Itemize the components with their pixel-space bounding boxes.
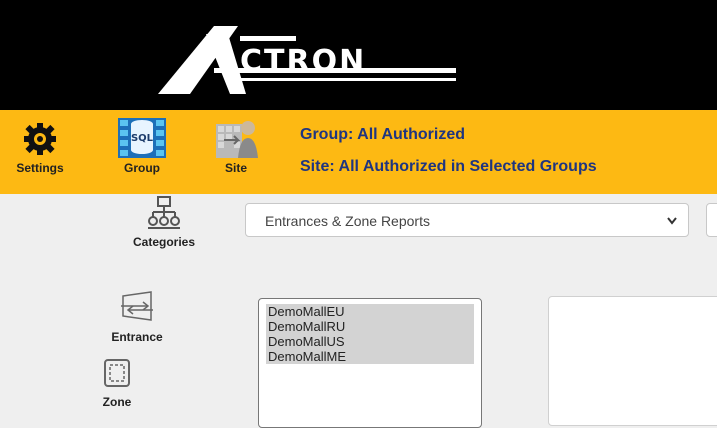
logo-text: CTRON [240, 44, 367, 79]
site-listbox[interactable]: DemoMallEU DemoMallRU DemoMallUS DemoMal… [258, 298, 482, 428]
group-info-text: Group: All Authorized [300, 126, 466, 143]
nav-bar: Settings SQL Group Site Group: All Autho… [0, 110, 717, 194]
group-button[interactable]: SQL Group [110, 116, 174, 175]
entrance-button[interactable]: Entrance [100, 290, 174, 344]
list-item[interactable]: DemoMallEU [266, 304, 474, 319]
categories-label: Categories [132, 235, 196, 249]
list-item[interactable]: DemoMallUS [266, 334, 474, 349]
categories-button[interactable]: Categories [124, 196, 204, 249]
header-bar: CTRON [0, 0, 717, 110]
list-item[interactable]: DemoMallME [266, 349, 474, 364]
svg-text:SQL: SQL [131, 133, 154, 144]
report-type-select[interactable]: Entrances & Zone Reports [245, 203, 689, 237]
zone-label: Zone [102, 395, 132, 409]
report-type-value: Entrances & Zone Reports [265, 213, 430, 229]
zone-square-icon [104, 359, 130, 387]
site-button[interactable]: Site [208, 116, 264, 175]
group-label: Group [124, 161, 160, 175]
site-label: Site [224, 161, 247, 175]
settings-button[interactable]: Settings [8, 122, 72, 175]
site-person-icon [216, 121, 258, 158]
site-info-text: Site: All Authorized in Selected Groups [300, 158, 597, 175]
settings-label: Settings [16, 161, 64, 175]
settings-gear-icon [24, 123, 56, 155]
chevron-down-icon [667, 217, 677, 225]
entrance-door-icon [121, 291, 153, 321]
secondary-select[interactable] [706, 203, 717, 237]
entrance-label: Entrance [111, 330, 163, 344]
zone-button[interactable]: Zone [100, 358, 134, 409]
report-output-panel [548, 296, 717, 426]
group-sql-icon: SQL [118, 118, 166, 158]
list-item[interactable]: DemoMallRU [266, 319, 474, 334]
categories-tree-icon [148, 196, 180, 229]
